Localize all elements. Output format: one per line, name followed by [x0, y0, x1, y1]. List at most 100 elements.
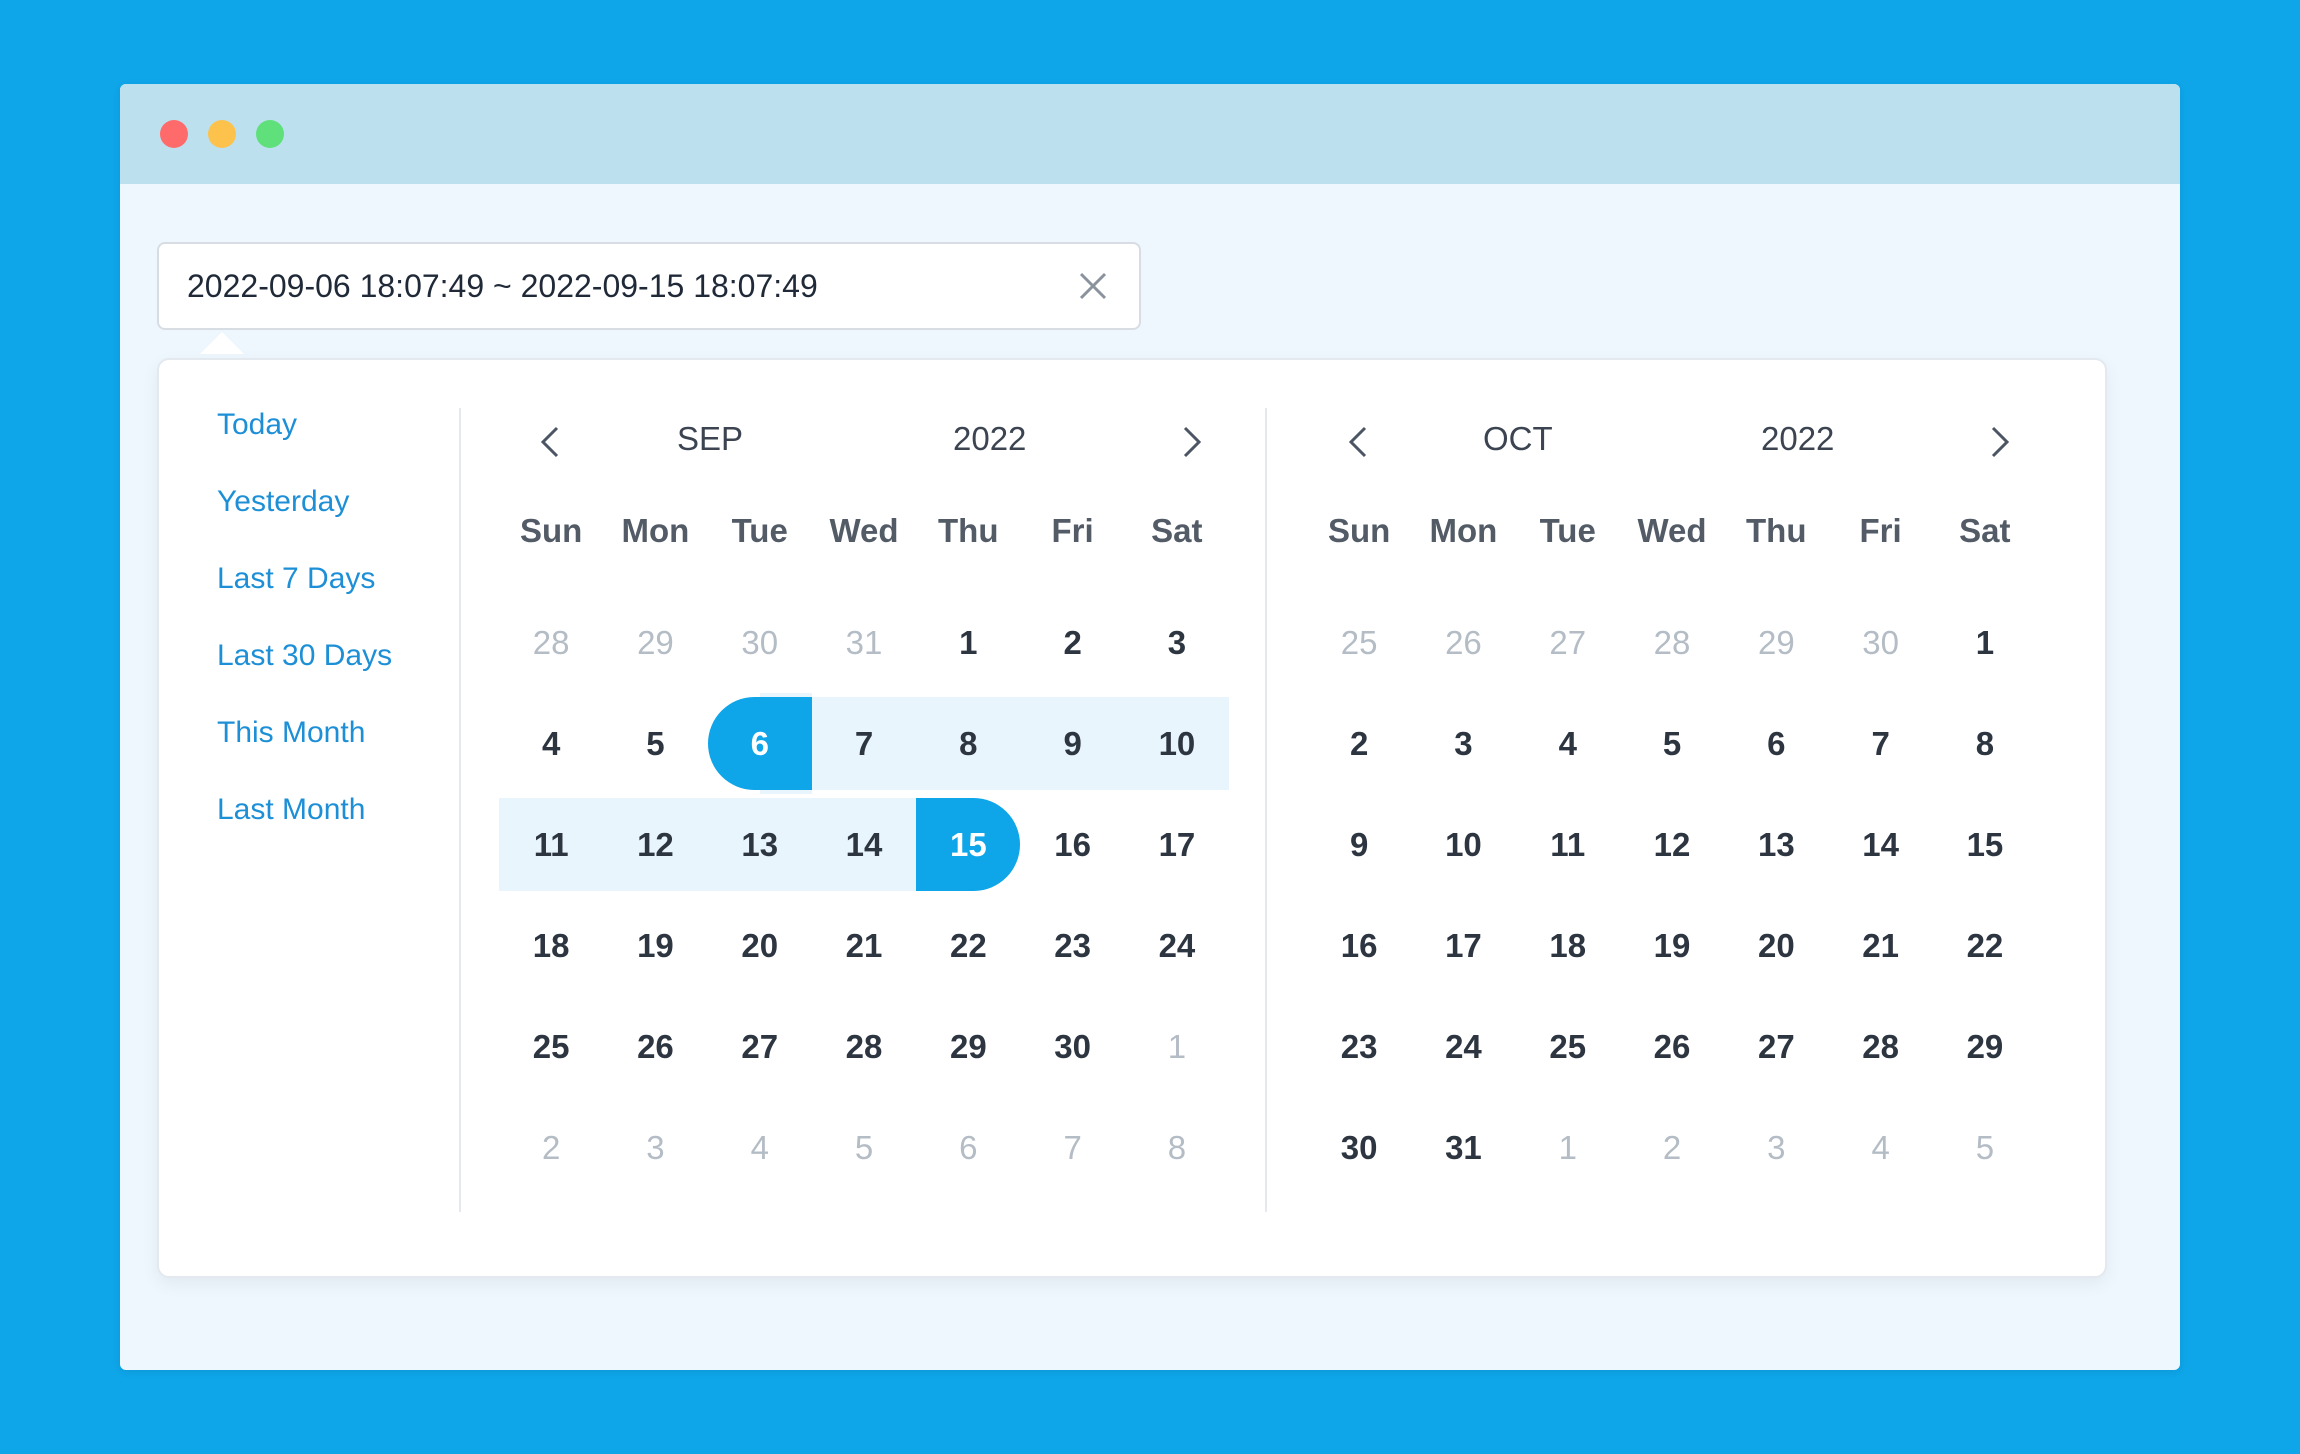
- calendar-day[interactable]: 14: [811, 798, 917, 891]
- calendar-day[interactable]: 25: [1516, 996, 1620, 1097]
- calendar-day[interactable]: 26: [1411, 592, 1515, 693]
- calendar-day[interactable]: 27: [708, 996, 812, 1097]
- calendar-day[interactable]: 5: [812, 1097, 916, 1198]
- calendar-day[interactable]: 29: [916, 996, 1020, 1097]
- calendar-day[interactable]: 7: [811, 697, 917, 790]
- calendar-day[interactable]: 12: [1620, 794, 1724, 895]
- calendar-day[interactable]: 26: [1620, 996, 1724, 1097]
- calendar-day[interactable]: 10: [1411, 794, 1515, 895]
- shortcut-today[interactable]: Today: [217, 408, 457, 485]
- calendar-day[interactable]: 1: [1516, 1097, 1620, 1198]
- calendar-day[interactable]: 28: [1620, 592, 1724, 693]
- calendar-day[interactable]: 3: [603, 1097, 707, 1198]
- calendar-day[interactable]: 4: [708, 1097, 812, 1198]
- month-label[interactable]: OCT: [1483, 420, 1553, 458]
- calendar-day[interactable]: 27: [1724, 996, 1828, 1097]
- calendar-day[interactable]: 8: [916, 697, 1021, 790]
- close-icon[interactable]: [1075, 268, 1111, 304]
- shortcut-yesterday[interactable]: Yesterday: [217, 485, 457, 562]
- calendar-day[interactable]: 29: [1724, 592, 1828, 693]
- calendar-day[interactable]: 28: [1828, 996, 1932, 1097]
- calendar-day[interactable]: 1: [916, 592, 1020, 693]
- calendar-day[interactable]: 30: [1020, 996, 1124, 1097]
- calendar-day[interactable]: 30: [708, 592, 812, 693]
- calendar-day[interactable]: 7: [1020, 1097, 1124, 1198]
- calendar-day[interactable]: 15: [1933, 794, 2037, 895]
- calendar-day[interactable]: 4: [1828, 1097, 1932, 1198]
- calendar-day[interactable]: 31: [812, 592, 916, 693]
- year-label[interactable]: 2022: [953, 420, 1026, 458]
- calendar-day[interactable]: 3: [1125, 592, 1229, 693]
- calendar-day[interactable]: 23: [1307, 996, 1411, 1097]
- calendar-day[interactable]: 24: [1411, 996, 1515, 1097]
- calendar-day[interactable]: 22: [1933, 895, 2037, 996]
- calendar-day[interactable]: 3: [1724, 1097, 1828, 1198]
- calendar-day[interactable]: 1: [1933, 592, 2037, 693]
- calendar-day[interactable]: 11: [1516, 794, 1620, 895]
- calendar-day[interactable]: 4: [499, 693, 603, 794]
- calendar-day[interactable]: 25: [1307, 592, 1411, 693]
- calendar-day[interactable]: 17: [1125, 794, 1229, 895]
- calendar-day[interactable]: 27: [1516, 592, 1620, 693]
- calendar-day[interactable]: 6: [1724, 693, 1828, 794]
- calendar-day[interactable]: 2: [499, 1097, 603, 1198]
- calendar-day[interactable]: 9: [1307, 794, 1411, 895]
- chevron-right-icon[interactable]: [1979, 422, 2019, 462]
- maximize-window-button[interactable]: [256, 120, 284, 148]
- calendar-day[interactable]: 2: [1620, 1097, 1724, 1198]
- calendar-day[interactable]: 18: [499, 895, 603, 996]
- calendar-day[interactable]: 2: [1307, 693, 1411, 794]
- calendar-day[interactable]: 1: [1125, 996, 1229, 1097]
- month-label[interactable]: SEP: [677, 420, 743, 458]
- calendar-day[interactable]: 5: [603, 693, 707, 794]
- calendar-day[interactable]: 28: [499, 592, 603, 693]
- calendar-day[interactable]: 11: [499, 798, 604, 891]
- shortcut-last-month[interactable]: Last Month: [217, 793, 457, 870]
- calendar-day[interactable]: 20: [708, 895, 812, 996]
- calendar-day[interactable]: 25: [499, 996, 603, 1097]
- shortcut-this-month[interactable]: This Month: [217, 716, 457, 793]
- calendar-day[interactable]: 29: [1933, 996, 2037, 1097]
- calendar-day[interactable]: 26: [603, 996, 707, 1097]
- calendar-day[interactable]: 16: [1020, 794, 1124, 895]
- calendar-day[interactable]: 28: [812, 996, 916, 1097]
- calendar-day[interactable]: 14: [1828, 794, 1932, 895]
- range-end-day[interactable]: 15: [916, 794, 1021, 895]
- shortcut-last-7-days[interactable]: Last 7 Days: [217, 562, 457, 639]
- calendar-day[interactable]: 12: [603, 798, 708, 891]
- calendar-day[interactable]: 7: [1828, 693, 1932, 794]
- calendar-day[interactable]: 8: [1125, 1097, 1229, 1198]
- calendar-day[interactable]: 3: [1411, 693, 1515, 794]
- shortcut-last-30-days[interactable]: Last 30 Days: [217, 639, 457, 716]
- calendar-day[interactable]: 29: [603, 592, 707, 693]
- chevron-right-icon[interactable]: [1171, 422, 1211, 462]
- calendar-day[interactable]: 6: [916, 1097, 1020, 1198]
- calendar-day[interactable]: 19: [1620, 895, 1724, 996]
- calendar-day[interactable]: 16: [1307, 895, 1411, 996]
- calendar-day[interactable]: 30: [1307, 1097, 1411, 1198]
- chevron-left-icon[interactable]: [1339, 422, 1379, 462]
- calendar-day[interactable]: 24: [1125, 895, 1229, 996]
- calendar-day[interactable]: 20: [1724, 895, 1828, 996]
- calendar-day[interactable]: 5: [1620, 693, 1724, 794]
- calendar-day[interactable]: 8: [1933, 693, 2037, 794]
- year-label[interactable]: 2022: [1761, 420, 1834, 458]
- calendar-day[interactable]: 18: [1516, 895, 1620, 996]
- minimize-window-button[interactable]: [208, 120, 236, 148]
- calendar-day[interactable]: 17: [1411, 895, 1515, 996]
- calendar-day[interactable]: 21: [1828, 895, 1932, 996]
- close-window-button[interactable]: [160, 120, 188, 148]
- calendar-day[interactable]: 19: [603, 895, 707, 996]
- calendar-day[interactable]: 9: [1020, 697, 1125, 790]
- calendar-day[interactable]: 10: [1124, 697, 1230, 790]
- calendar-day[interactable]: 13: [707, 798, 812, 891]
- calendar-day[interactable]: 21: [812, 895, 916, 996]
- date-range-input[interactable]: 2022-09-06 18:07:49 ~ 2022-09-15 18:07:4…: [157, 242, 1141, 330]
- range-start-day[interactable]: 6: [707, 693, 812, 794]
- calendar-day[interactable]: 22: [916, 895, 1020, 996]
- calendar-day[interactable]: 31: [1411, 1097, 1515, 1198]
- calendar-day[interactable]: 4: [1516, 693, 1620, 794]
- calendar-day[interactable]: 30: [1828, 592, 1932, 693]
- calendar-day[interactable]: 2: [1020, 592, 1124, 693]
- calendar-day[interactable]: 13: [1724, 794, 1828, 895]
